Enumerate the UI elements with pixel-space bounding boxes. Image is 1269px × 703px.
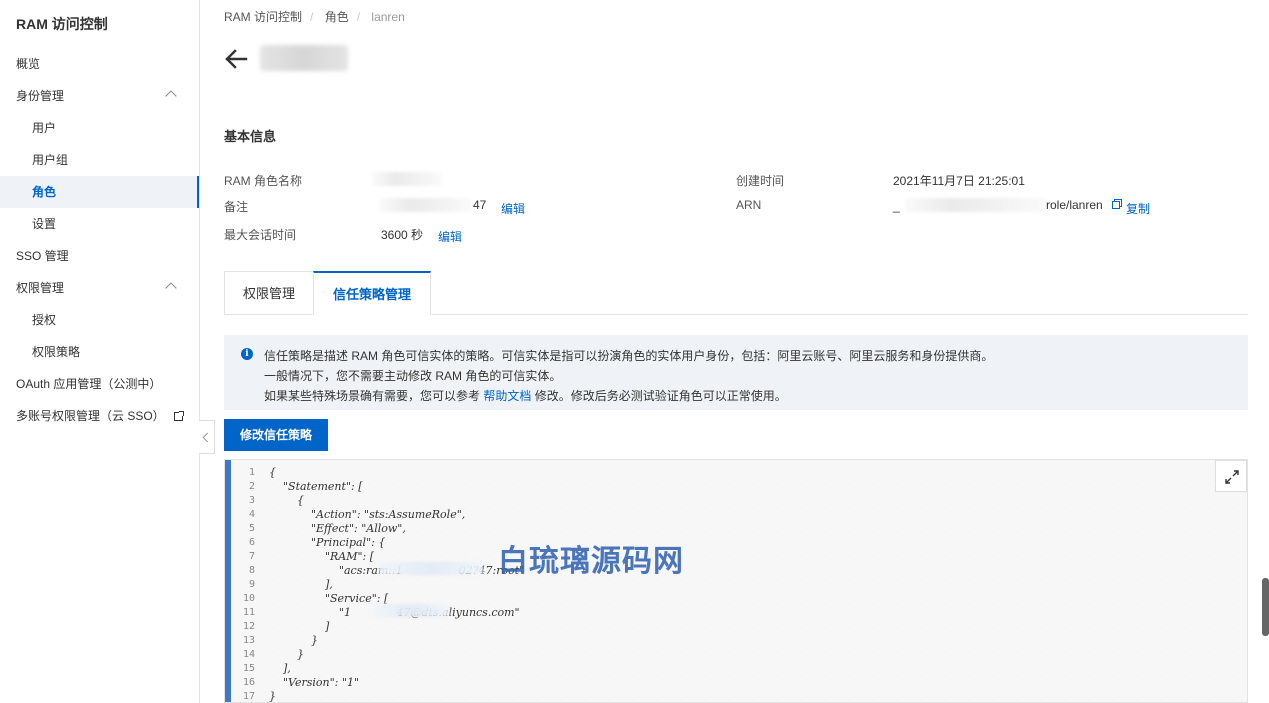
- code-line: "Effect": "Allow",: [269, 522, 406, 535]
- scrollbar-thumb[interactable]: [1262, 578, 1269, 636]
- line-number: 12: [242, 621, 255, 632]
- sidebar-item-users[interactable]: 用户: [0, 112, 199, 144]
- expand-icon: [1225, 470, 1239, 484]
- sidebar: RAM 访问控制 概览 身份管理 用户 用户组 角色 设置 SSO 管理 权限管…: [0, 0, 200, 703]
- line-number: 16: [242, 677, 255, 688]
- remark-redacted: [380, 198, 472, 212]
- code-line: "Action": "sts:AssumeRole",: [269, 508, 466, 521]
- sidebar-item-overview[interactable]: 概览: [0, 48, 199, 80]
- notice-text-part: 如果某些特殊场景确有需要，您可以参考: [264, 389, 484, 403]
- info-notice: i 信任策略是描述 RAM 角色可信实体的策略。可信实体是指可以扮演角色的实体用…: [224, 335, 1248, 410]
- max-session-label: 最大会话时间: [224, 228, 297, 242]
- sidebar-item-cloud-sso[interactable]: 多账号权限管理（云 SSO）: [0, 400, 199, 432]
- sidebar-item-label: 身份管理: [16, 89, 65, 103]
- help-doc-link[interactable]: 帮助文档: [483, 389, 531, 403]
- created-label: 创建时间: [736, 174, 785, 188]
- sidebar-item-label: 权限管理: [16, 281, 65, 295]
- back-arrow-icon[interactable]: [224, 48, 248, 70]
- breadcrumb: RAM 访问控制 / 角色 / lanren: [224, 10, 405, 24]
- sidebar-item-user-groups[interactable]: 用户组: [0, 144, 199, 176]
- line-number: 3: [248, 495, 255, 506]
- policy-code-editor[interactable]: 1 2 3 4 5 6 7 8 9 10 11 12 13 14 15 16 17 { "Statement":…: [224, 459, 1248, 703]
- sidebar-collapse-button[interactable]: [199, 420, 215, 454]
- code-line: }: [269, 648, 304, 661]
- watermark-text: 白琉璃源码网: [498, 544, 684, 579]
- line-number: 10: [242, 593, 255, 604]
- edit-remark-link[interactable]: 编辑: [501, 200, 525, 217]
- section-title: 基本信息: [224, 129, 277, 144]
- edit-trust-policy-button[interactable]: 修改信任策略: [224, 419, 328, 451]
- fullscreen-button[interactable]: [1215, 460, 1247, 492]
- line-number: 5: [248, 523, 255, 534]
- line-numbers: 1 2 3 4 5 6 7 8 9 10 11 12 13 14 15 16 17: [231, 466, 261, 702]
- line-number: 15: [242, 663, 255, 674]
- copy-arn-link[interactable]: 复制: [1126, 200, 1150, 217]
- remark-label: 备注: [224, 200, 249, 214]
- code-line: }: [269, 690, 276, 703]
- arn-prefix: _: [893, 199, 900, 213]
- sidebar-title: RAM 访问控制: [16, 16, 108, 32]
- edit-session-link[interactable]: 编辑: [438, 228, 462, 245]
- chevron-up-icon: [165, 90, 177, 102]
- code-line: "Principal": {: [269, 536, 386, 549]
- code-line: {: [269, 466, 276, 479]
- service-id-redacted: [373, 604, 449, 617]
- notice-text: 一般情况下，您不需要主动修改 RAM 角色的可信实体。: [264, 369, 562, 383]
- sidebar-item-sso[interactable]: SSO 管理: [0, 240, 199, 272]
- sidebar-item-permission-management[interactable]: 权限管理: [0, 272, 199, 304]
- created-value: 2021年11月7日 21:25:01: [893, 174, 1025, 188]
- line-number: 4: [248, 509, 255, 520]
- line-number: 6: [248, 537, 255, 548]
- line-number: 14: [242, 649, 255, 660]
- breadcrumb-item[interactable]: 角色: [325, 10, 349, 24]
- arn-label: ARN: [736, 198, 762, 212]
- breadcrumb-item[interactable]: RAM 访问控制: [224, 10, 302, 24]
- code-line: ],: [269, 662, 291, 675]
- chevron-up-icon: [165, 282, 177, 294]
- external-link-icon: [174, 411, 185, 421]
- line-number: 7: [248, 551, 255, 562]
- line-number: 11: [242, 607, 255, 618]
- sidebar-item-oauth[interactable]: OAuth 应用管理（公测中）: [0, 368, 199, 400]
- breadcrumb-item: lanren: [371, 10, 405, 24]
- line-number: 9: [248, 579, 255, 590]
- account-id-redacted: [379, 562, 483, 575]
- sidebar-item-policies[interactable]: 权限策略: [0, 336, 199, 368]
- sidebar-item-settings[interactable]: 设置: [0, 208, 199, 240]
- page-title-redacted: [260, 45, 348, 71]
- notice-text-part: 修改。修改后务必测试验证角色可以正常使用。: [531, 389, 787, 403]
- tab-trust-policy[interactable]: 信任策略管理: [313, 271, 431, 315]
- max-session-value: 3600 秒: [381, 228, 424, 242]
- tab-permission-management[interactable]: 权限管理: [224, 271, 314, 315]
- sidebar-item-label: 多账号权限管理（云 SSO）: [16, 409, 165, 423]
- arn-redacted: [905, 198, 1047, 212]
- remark-value: 47: [473, 198, 487, 212]
- code-line: "Version": "1": [269, 676, 359, 689]
- role-name-redacted: [372, 172, 442, 186]
- line-number: 8: [248, 565, 255, 576]
- sidebar-item-roles[interactable]: 角色: [0, 176, 199, 208]
- arn-value: role/lanren: [1046, 198, 1103, 212]
- line-number: 2: [248, 481, 255, 492]
- code-line: ]: [269, 620, 330, 633]
- line-number: 17: [242, 691, 255, 702]
- copy-icon[interactable]: [1112, 199, 1122, 209]
- line-number: 13: [242, 635, 255, 646]
- notice-text: 如果某些特殊场景确有需要，您可以参考 帮助文档 修改。修改后务必测试验证角色可以…: [264, 387, 787, 404]
- code-line: }: [269, 634, 318, 647]
- line-number: 1: [248, 467, 255, 478]
- sidebar-item-grants[interactable]: 授权: [0, 304, 199, 336]
- notice-text: 信任策略是描述 RAM 角色可信实体的策略。可信实体是指可以扮演角色的实体用户身…: [264, 349, 994, 363]
- code-line: ],: [269, 578, 333, 591]
- code-line: {: [269, 494, 304, 507]
- info-icon: i: [241, 348, 253, 360]
- code-content[interactable]: { "Statement": [ { "Action": "sts:Assume…: [269, 466, 524, 703]
- sidebar-item-identity-management[interactable]: 身份管理: [0, 80, 199, 112]
- role-name-label: RAM 角色名称: [224, 174, 303, 188]
- code-line: "Statement": [: [269, 480, 363, 493]
